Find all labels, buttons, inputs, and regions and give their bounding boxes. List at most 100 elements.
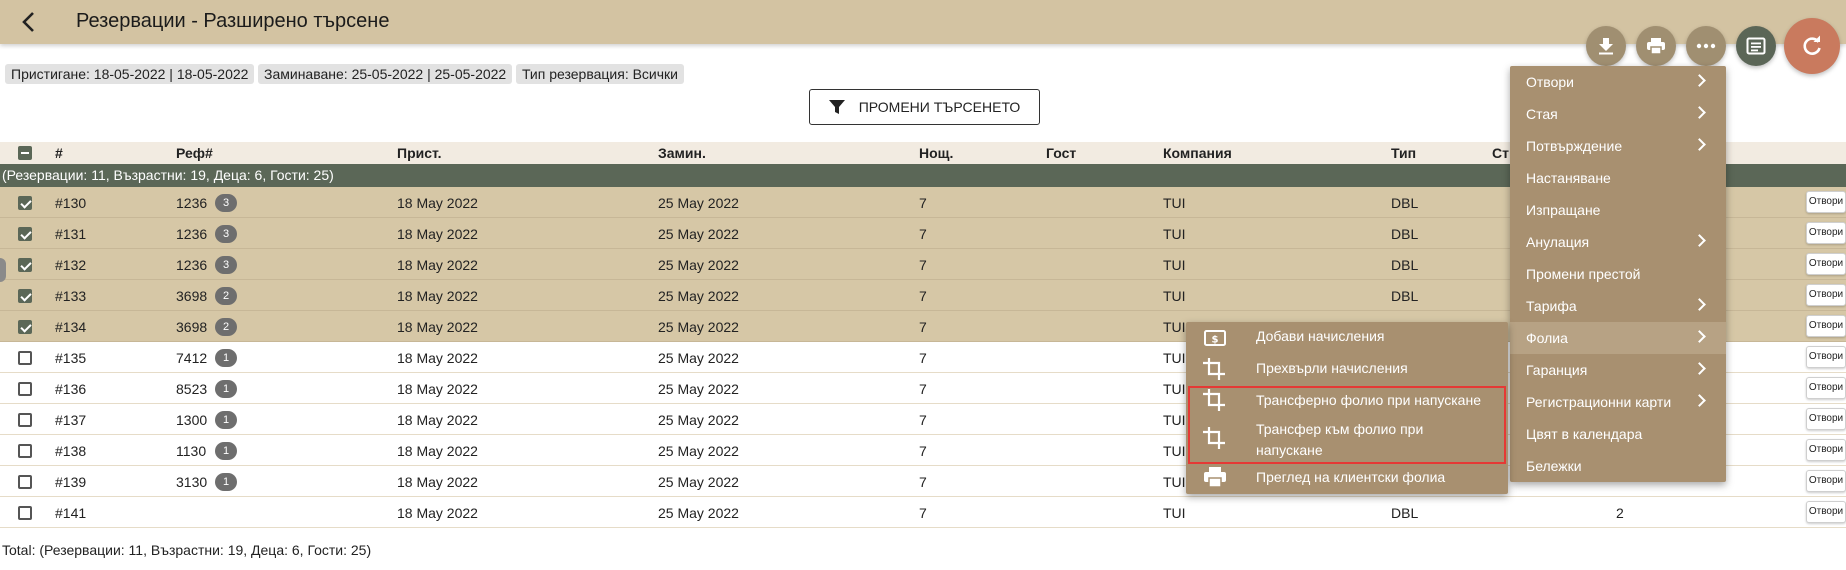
row-checkbox[interactable] (18, 444, 32, 458)
open-reservation-button[interactable]: Отвори (1806, 408, 1846, 430)
refresh-button[interactable] (1784, 18, 1840, 74)
filter-chip-departure: Заминаване: 25-05-2022 | 25-05-2022 (258, 64, 513, 84)
row-actions-menu: Отвори Стая Потвърждение Настаняване Изпраща… (1510, 66, 1726, 482)
chevron-left-icon (22, 12, 34, 32)
cell-nights: 7 (919, 257, 927, 273)
cell-arrival: 18 May 2022 (397, 226, 478, 242)
folio-menu-item-add-charges[interactable]: $ Добави начисления (1186, 322, 1508, 352)
guest-count-badge: 1 (215, 473, 237, 491)
menu-item[interactable]: Анулация (1510, 226, 1726, 258)
cell-company: TUI (1163, 195, 1186, 211)
row-checkbox[interactable] (18, 227, 32, 241)
folio-menu-label: Трансфер към фолио при напускане (1256, 421, 1424, 458)
row-checkbox[interactable] (18, 413, 32, 427)
list-view-icon (1746, 37, 1766, 55)
cell-ref: 1130 (176, 443, 207, 459)
more-button[interactable] (1686, 26, 1726, 66)
menu-item[interactable]: Промени престой (1510, 258, 1726, 290)
menu-item[interactable]: Бележки (1510, 450, 1726, 482)
menu-item[interactable]: Потвърждение (1510, 130, 1726, 162)
col-company[interactable]: Компания (1163, 145, 1232, 161)
cell-num: #132 (55, 257, 87, 273)
menu-item-label: Тарифа (1526, 298, 1577, 314)
cell-nights: 7 (919, 226, 927, 242)
chevron-right-icon (1693, 234, 1706, 247)
open-reservation-button[interactable]: Отвори (1806, 253, 1846, 275)
app-header: Резервации - Разширено търсене (0, 0, 1846, 44)
cell-ref: 1236 (176, 195, 208, 211)
row-checkbox[interactable] (18, 258, 32, 272)
menu-item[interactable]: Гаранция (1510, 354, 1726, 386)
cell-num: #138 (55, 443, 87, 459)
change-search-label: ПРОМЕНИ ТЪРСЕНЕТО (858, 99, 1021, 115)
col-nights[interactable]: Нощ. (919, 145, 953, 161)
open-reservation-button[interactable]: Отвори (1806, 222, 1846, 244)
cell-arrival: 18 May 2022 (397, 474, 478, 490)
back-button[interactable] (12, 6, 46, 38)
open-reservation-button[interactable]: Отвори (1806, 315, 1846, 337)
open-reservation-button[interactable]: Отвори (1806, 501, 1846, 523)
menu-item[interactable]: Настаняване (1510, 162, 1726, 194)
menu-item[interactable]: Цвят в календара (1510, 418, 1726, 450)
open-reservation-button[interactable]: Отвори (1806, 346, 1846, 368)
menu-item[interactable]: Фолиа (1510, 322, 1726, 354)
cell-arrival: 18 May 2022 (397, 412, 478, 428)
cell-company: TUI (1163, 443, 1186, 459)
cell-ref: 3698 (176, 288, 208, 304)
cell-company: TUI (1163, 257, 1186, 273)
cell-arrival: 18 May 2022 (397, 288, 478, 304)
open-reservation-button[interactable]: Отвори (1806, 377, 1846, 399)
open-reservation-button[interactable]: Отвори (1806, 191, 1846, 213)
col-num[interactable]: # (55, 145, 63, 161)
menu-item[interactable]: Изпращане (1510, 194, 1726, 226)
table-row[interactable]: #141 18 May 2022 25 May 2022 7 TUI DBL 2 Отвори (0, 497, 1846, 528)
refresh-icon (1803, 35, 1821, 55)
cell-nights: 7 (919, 350, 927, 366)
cell-nights: 7 (919, 505, 927, 521)
open-reservation-button[interactable]: Отвори (1806, 439, 1846, 461)
row-checkbox[interactable] (18, 351, 32, 365)
print-icon (1204, 467, 1226, 488)
row-checkbox[interactable] (18, 289, 32, 303)
download-button[interactable] (1586, 26, 1626, 66)
money-icon: $ (1204, 330, 1226, 346)
col-ref[interactable]: Реф# (176, 145, 213, 161)
cell-company: TUI (1163, 381, 1186, 397)
col-guest[interactable]: Гост (1046, 145, 1076, 161)
folio-menu-item-transfer-charges[interactable]: Прехвърли начисления (1186, 352, 1508, 384)
col-departure[interactable]: Замин. (658, 145, 706, 161)
menu-item[interactable]: Регистрационни карти (1510, 386, 1726, 418)
print-button[interactable] (1636, 26, 1676, 66)
list-view-button[interactable] (1736, 26, 1776, 66)
folio-menu-item-transfer-folio-on-checkout[interactable]: Трансферно фолио при напускане (1186, 384, 1508, 416)
chevron-right-icon (1693, 362, 1706, 375)
folio-menu-item-view-client-folios[interactable]: Преглед на клиентски фолиа (1186, 462, 1508, 494)
row-checkbox[interactable] (18, 196, 32, 210)
guest-count-badge: 3 (215, 256, 237, 274)
download-icon (1599, 38, 1613, 55)
col-type[interactable]: Тип (1391, 145, 1416, 161)
menu-item[interactable]: Отвори (1510, 66, 1726, 98)
cell-extra: 2 (1616, 505, 1624, 521)
row-checkbox[interactable] (18, 382, 32, 396)
row-checkbox[interactable] (18, 320, 32, 334)
print-icon (1647, 38, 1665, 55)
col-status[interactable]: Ст (1492, 145, 1509, 161)
cell-arrival: 18 May 2022 (397, 505, 478, 521)
change-search-button[interactable]: ПРОМЕНИ ТЪРСЕНЕТО (809, 89, 1040, 125)
cell-departure: 25 May 2022 (658, 350, 739, 366)
guest-count-badge: 3 (215, 194, 237, 212)
menu-item[interactable]: Тарифа (1510, 290, 1726, 322)
side-handle[interactable] (0, 258, 6, 282)
cell-num: #131 (55, 226, 87, 242)
cell-arrival: 18 May 2022 (397, 443, 478, 459)
open-reservation-button[interactable]: Отвори (1806, 284, 1846, 306)
select-all-checkbox[interactable] (18, 146, 32, 160)
open-reservation-button[interactable]: Отвори (1806, 470, 1846, 492)
menu-item[interactable]: Стая (1510, 98, 1726, 130)
col-arrival[interactable]: Прист. (397, 145, 442, 161)
folio-menu-item-transfer-to-folio-on-checkout[interactable]: Трансфер към фолио при напускане (1186, 416, 1508, 462)
cell-nights: 7 (919, 288, 927, 304)
row-checkbox[interactable] (18, 475, 32, 489)
row-checkbox[interactable] (18, 506, 32, 520)
